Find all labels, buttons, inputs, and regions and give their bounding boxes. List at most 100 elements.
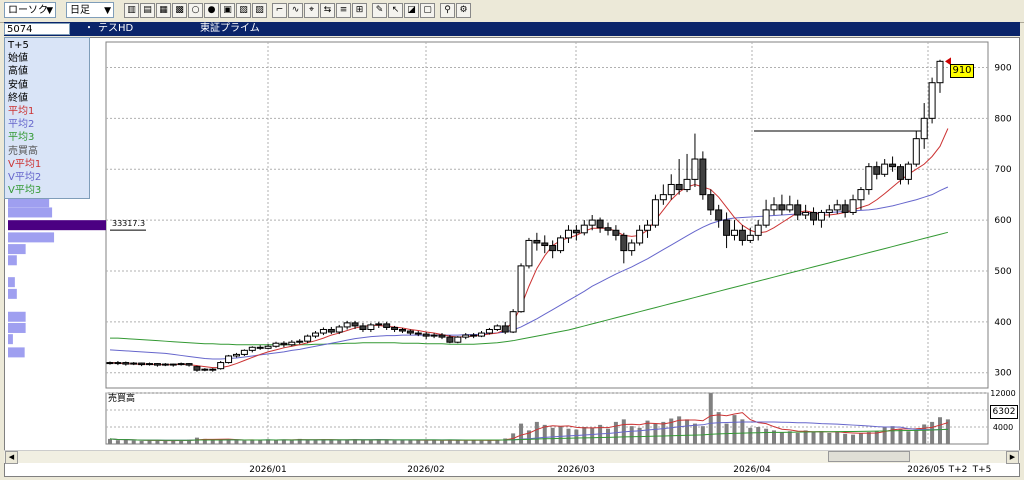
candle-body xyxy=(335,326,343,333)
candle-body xyxy=(462,334,470,338)
volume-bar xyxy=(179,440,184,444)
candle-body xyxy=(248,346,256,351)
volume-bar xyxy=(716,412,721,444)
candle-body xyxy=(525,239,533,267)
scroll-right-icon[interactable]: ▶ xyxy=(1006,451,1019,464)
volume-bar xyxy=(360,440,365,444)
candle xyxy=(699,151,707,200)
candle-body xyxy=(296,340,304,343)
volume-bar xyxy=(795,432,800,444)
volume-bar xyxy=(163,441,168,444)
candle-body xyxy=(636,229,644,244)
volume-profile-bar xyxy=(8,311,26,322)
candle-body xyxy=(849,199,857,213)
candle xyxy=(225,354,233,364)
legend-item: V平均1 xyxy=(8,158,42,170)
candle-body xyxy=(351,322,359,327)
volume-bar xyxy=(155,440,160,444)
candle xyxy=(509,309,517,334)
candle-body xyxy=(770,204,778,211)
candle xyxy=(865,163,873,195)
volume-bar xyxy=(440,440,444,444)
volume-bar xyxy=(890,426,895,444)
volume-bar xyxy=(432,440,437,444)
scroll-left-icon[interactable]: ◀ xyxy=(5,451,18,464)
candle-body xyxy=(920,117,928,140)
candle-body xyxy=(572,229,580,234)
candle-body xyxy=(817,211,825,221)
candle-body xyxy=(904,163,912,180)
candle-body xyxy=(201,368,209,371)
volume-bar xyxy=(139,441,144,444)
volume-bar xyxy=(732,415,737,444)
volume-profile-bar xyxy=(8,277,15,288)
candle-body xyxy=(707,194,715,211)
candle-body xyxy=(644,224,652,231)
volume-tick-label: 4000 xyxy=(993,423,1013,432)
volume-bar xyxy=(645,420,650,444)
volume-bar xyxy=(108,438,112,444)
volume-bar xyxy=(123,439,128,444)
volume-bar xyxy=(882,427,887,444)
candle-body xyxy=(651,199,659,226)
volume-bar xyxy=(685,419,690,444)
volume-bar xyxy=(914,430,919,444)
volume-bar xyxy=(779,432,784,444)
volume-bar xyxy=(424,440,429,444)
volume-bar xyxy=(574,429,579,444)
candle-body xyxy=(304,335,312,342)
volume-bar xyxy=(479,440,484,444)
y-tick-label: 900 xyxy=(994,63,1011,73)
volume-profile-bar xyxy=(8,244,26,255)
candle-body xyxy=(762,209,770,226)
volume-bar xyxy=(313,440,318,444)
legend-item: V平均2 xyxy=(8,172,42,184)
volume-bar xyxy=(906,431,911,444)
candle-body xyxy=(841,204,849,213)
volume-bar xyxy=(787,431,792,444)
candle-body xyxy=(746,234,754,241)
volume-bar xyxy=(210,440,215,444)
legend-item: 平均2 xyxy=(8,119,35,131)
volume-bar xyxy=(811,432,816,444)
candle-body xyxy=(130,362,138,365)
candle xyxy=(928,77,936,124)
price-chart[interactable]: 300 400 500 600 700 800 900 2026/01 2026/02 2026/… xyxy=(0,0,1024,480)
candle-body xyxy=(620,234,628,252)
candle-body xyxy=(896,166,904,180)
candle-body xyxy=(738,229,746,241)
last-price-tag: 910 xyxy=(950,64,974,78)
volume-bar xyxy=(234,440,239,444)
volume-bar xyxy=(534,421,539,444)
candle-body xyxy=(470,334,478,337)
candle-body xyxy=(659,194,667,201)
candle-body xyxy=(794,204,802,216)
candle-body xyxy=(612,229,620,236)
x-tick-label: 2026/01 xyxy=(249,465,286,475)
candle-body xyxy=(667,183,675,196)
legend-panel: T+5 始値 高値 安値 終値 平均1 平均2 平均3 売買高 V平均1 V平均2 V平均3 xyxy=(4,37,90,199)
candle-body xyxy=(533,239,541,244)
candle-body xyxy=(398,328,406,332)
y-tick-label: 600 xyxy=(994,216,1011,226)
volume-bar xyxy=(756,427,761,444)
volume-profile-bar xyxy=(8,347,25,358)
volume-bar xyxy=(930,421,935,444)
candle-body xyxy=(493,325,501,330)
x-tick-label: 2026/05 xyxy=(907,465,944,475)
candle-body xyxy=(430,334,438,337)
volume-bar xyxy=(384,440,389,444)
scrollbar-thumb[interactable] xyxy=(828,451,910,462)
candle-body xyxy=(564,229,572,239)
candle xyxy=(525,237,533,269)
candle-body xyxy=(327,328,335,333)
volume-panel xyxy=(105,392,989,445)
volume-profile-bar xyxy=(8,255,17,266)
candle-body xyxy=(580,224,588,234)
candle-body xyxy=(446,336,454,343)
candle-body xyxy=(161,363,169,366)
candle-body xyxy=(256,346,264,349)
candle-body xyxy=(146,363,154,366)
candle-body xyxy=(928,82,936,119)
candle-body xyxy=(810,211,818,221)
